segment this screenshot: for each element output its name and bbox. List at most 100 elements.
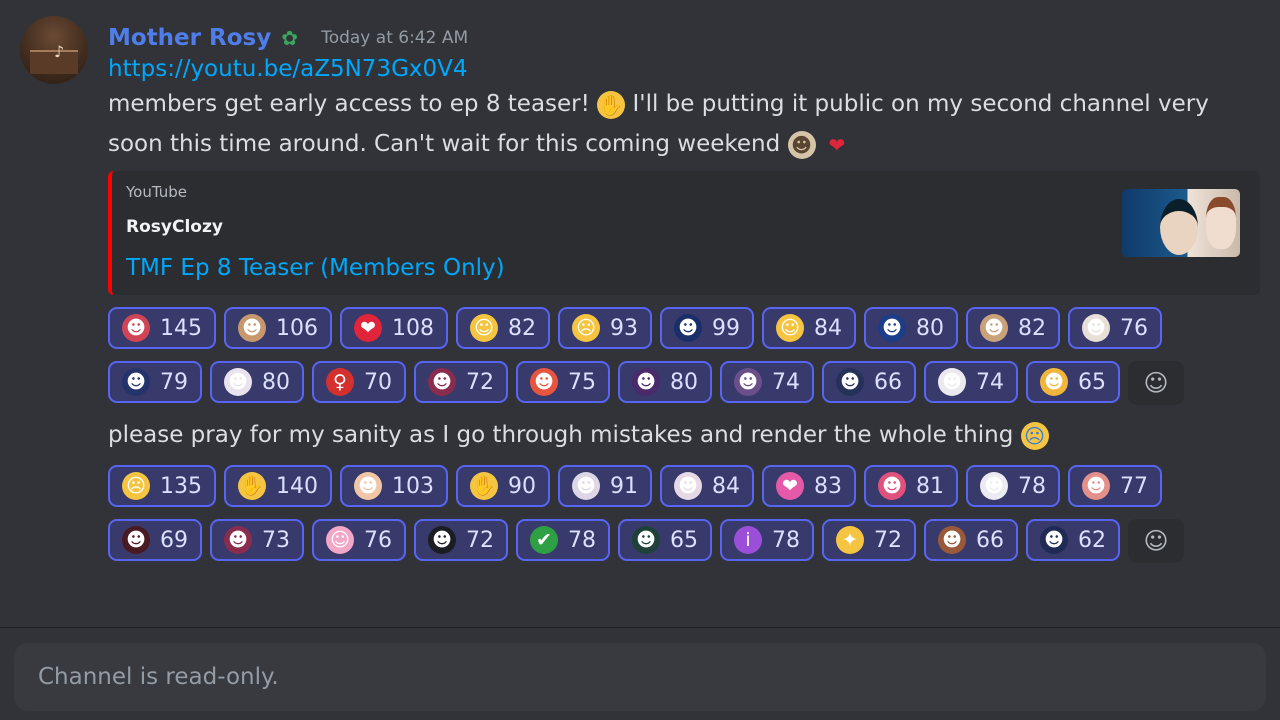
reaction-button[interactable]: ☻ 66	[924, 519, 1018, 561]
reaction-button[interactable]: ☻ 74	[720, 361, 814, 403]
reaction-button[interactable]: ☻ 99	[660, 307, 754, 349]
reaction-button[interactable]: ☻ 75	[516, 361, 610, 403]
thumbnail-character-2	[1206, 197, 1236, 249]
reaction-button[interactable]: ☻ 76	[1068, 307, 1162, 349]
anime-salmon-icon: ☻	[1082, 472, 1110, 500]
reaction-button[interactable]: ☹ 135	[108, 465, 216, 507]
embed-author[interactable]: RosyClozy	[126, 217, 223, 237]
reaction-button[interactable]: ☻ 81	[864, 465, 958, 507]
anime-ghost-icon: ☻	[938, 368, 966, 396]
anime-green-hair-icon: ☻	[632, 526, 660, 554]
reaction-count: 103	[392, 473, 434, 499]
reaction-button[interactable]: ☻ 65	[618, 519, 712, 561]
info-button-icon: i	[734, 526, 762, 554]
add-reaction-icon[interactable]: ☺	[1128, 519, 1184, 563]
reaction-button[interactable]: ✋ 140	[224, 465, 332, 507]
reaction-count: 73	[262, 527, 290, 553]
reaction-count: 76	[1120, 315, 1148, 341]
music-note-icon: ♪	[54, 42, 65, 61]
reaction-count: 80	[670, 369, 698, 395]
reaction-button[interactable]: ☻ 69	[108, 519, 202, 561]
pig-face-icon: ☺	[326, 526, 354, 554]
reaction-count: 77	[1120, 473, 1148, 499]
reaction-button[interactable]: ☻ 65	[1026, 361, 1120, 403]
reaction-count: 65	[1078, 369, 1106, 395]
reaction-button[interactable]: ☻ 72	[414, 519, 508, 561]
reaction-button[interactable]: ☻ 80	[618, 361, 712, 403]
reaction-button[interactable]: ☻ 103	[340, 465, 448, 507]
reaction-button[interactable]: ☺ 84	[762, 307, 856, 349]
anime-white-hair-icon: ☻	[224, 368, 252, 396]
reaction-button[interactable]: ☻ 66	[822, 361, 916, 403]
reaction-count: 74	[976, 369, 1004, 395]
reaction-button[interactable]: ☻ 78	[966, 465, 1060, 507]
anime-black-hair-icon: ☻	[428, 526, 456, 554]
reaction-count: 69	[160, 527, 188, 553]
anime-lavender-icon: ☻	[734, 368, 762, 396]
reaction-button[interactable]: ☻ 62	[1026, 519, 1120, 561]
username[interactable]: Mother Rosy	[108, 25, 271, 51]
reaction-button[interactable]: ☻ 106	[224, 307, 332, 349]
ok-hand-emoji-icon: ✋	[597, 90, 626, 119]
anime-yes-sign-icon: ☻	[354, 472, 382, 500]
embed-title[interactable]: TMF Ep 8 Teaser (Members Only)	[126, 255, 505, 281]
reaction-button[interactable]: ☻ 145	[108, 307, 216, 349]
timestamp[interactable]: Today at 6:42 AM	[321, 28, 468, 48]
reaction-count: 72	[874, 527, 902, 553]
goblin-role-icon[interactable]: ✿	[281, 27, 309, 49]
palms-up-icon: ✋	[470, 472, 498, 500]
second-text: please pray for my sanity as I go throug…	[108, 422, 1014, 448]
anime-purple-icon: ☻	[428, 368, 456, 396]
reaction-bar-2: ☹ 135 ✋ 140 ☻ 103 ✋ 90 ☻ 91 ☻ 84 ❤ 83 ☻ 81 ☻ 78 ☻ 77 ☻ 69 ☻ 73 ☺…	[108, 465, 1260, 575]
reaction-button[interactable]: ☻ 79	[108, 361, 202, 403]
anime-dark-hair-icon: ☻	[674, 314, 702, 342]
message-composer: Channel is read-only.	[14, 643, 1266, 711]
check-mark-button-icon: ✔	[530, 526, 558, 554]
embed-thumbnail[interactable]	[1122, 189, 1240, 257]
reaction-button[interactable]: ☻ 91	[558, 465, 652, 507]
reaction-button[interactable]: ☻ 82	[966, 307, 1060, 349]
reaction-button[interactable]: ☻ 74	[924, 361, 1018, 403]
reaction-count: 76	[364, 527, 392, 553]
composer-divider	[0, 627, 1280, 628]
dog-face-emoji-icon: ☻	[787, 130, 816, 159]
reaction-button[interactable]: ❤ 83	[762, 465, 856, 507]
reaction-count: 108	[392, 315, 434, 341]
reaction-button[interactable]: ☹ 93	[558, 307, 652, 349]
reaction-button[interactable]: i 78	[720, 519, 814, 561]
reaction-count: 84	[814, 315, 842, 341]
anime-orange-icon: ☻	[530, 368, 558, 396]
reaction-button[interactable]: ☺ 76	[312, 519, 406, 561]
reaction-button[interactable]: ♀ 70	[312, 361, 406, 403]
message-text-part1: members get early access to ep 8 teaser!	[108, 91, 590, 117]
reaction-bar: ☻ 145 ☻ 106 ❤ 108 ☺ 82 ☹ 93 ☻ 99 ☺ 84 ☻ 80 ☻ 82 ☻ 76 ☻ 79 ☻ 80 ♀…	[108, 307, 1260, 417]
reaction-button[interactable]: ☻ 80	[864, 307, 958, 349]
add-reaction-icon[interactable]: ☺	[1128, 361, 1184, 405]
reaction-count: 90	[508, 473, 536, 499]
reaction-count: 78	[772, 527, 800, 553]
reaction-button[interactable]: ☺ 82	[456, 307, 550, 349]
reaction-button[interactable]: ✔ 78	[516, 519, 610, 561]
embed-provider[interactable]: YouTube	[126, 183, 187, 201]
youtube-link[interactable]: https://youtu.be/aZ5N73Gx0V4	[108, 54, 1258, 84]
message-content: Mother Rosy ✿ Today at 6:42 AM https://y…	[108, 16, 1260, 575]
anime-cat-ears-icon: ☻	[674, 472, 702, 500]
two-hearts-icon: ❤	[776, 472, 804, 500]
reaction-button[interactable]: ☻ 77	[1068, 465, 1162, 507]
reaction-button[interactable]: ✋ 90	[456, 465, 550, 507]
reaction-count: 78	[568, 527, 596, 553]
reaction-button[interactable]: ✦ 72	[822, 519, 916, 561]
reaction-button[interactable]: ❤ 108	[340, 307, 448, 349]
reaction-count: 135	[160, 473, 202, 499]
reaction-count: 80	[262, 369, 290, 395]
reaction-button[interactable]: ☻ 80	[210, 361, 304, 403]
reaction-button[interactable]: ☻ 72	[414, 361, 508, 403]
reaction-button[interactable]: ☻ 73	[210, 519, 304, 561]
red-heart-emoji-icon: ❤	[828, 132, 846, 157]
reaction-count: 106	[276, 315, 318, 341]
reaction-count: 82	[508, 315, 536, 341]
user-avatar[interactable]: ♪	[20, 16, 88, 84]
red-heart-icon: ❤	[354, 314, 382, 342]
party-face-icon: ☺	[776, 314, 804, 342]
reaction-button[interactable]: ☻ 84	[660, 465, 754, 507]
